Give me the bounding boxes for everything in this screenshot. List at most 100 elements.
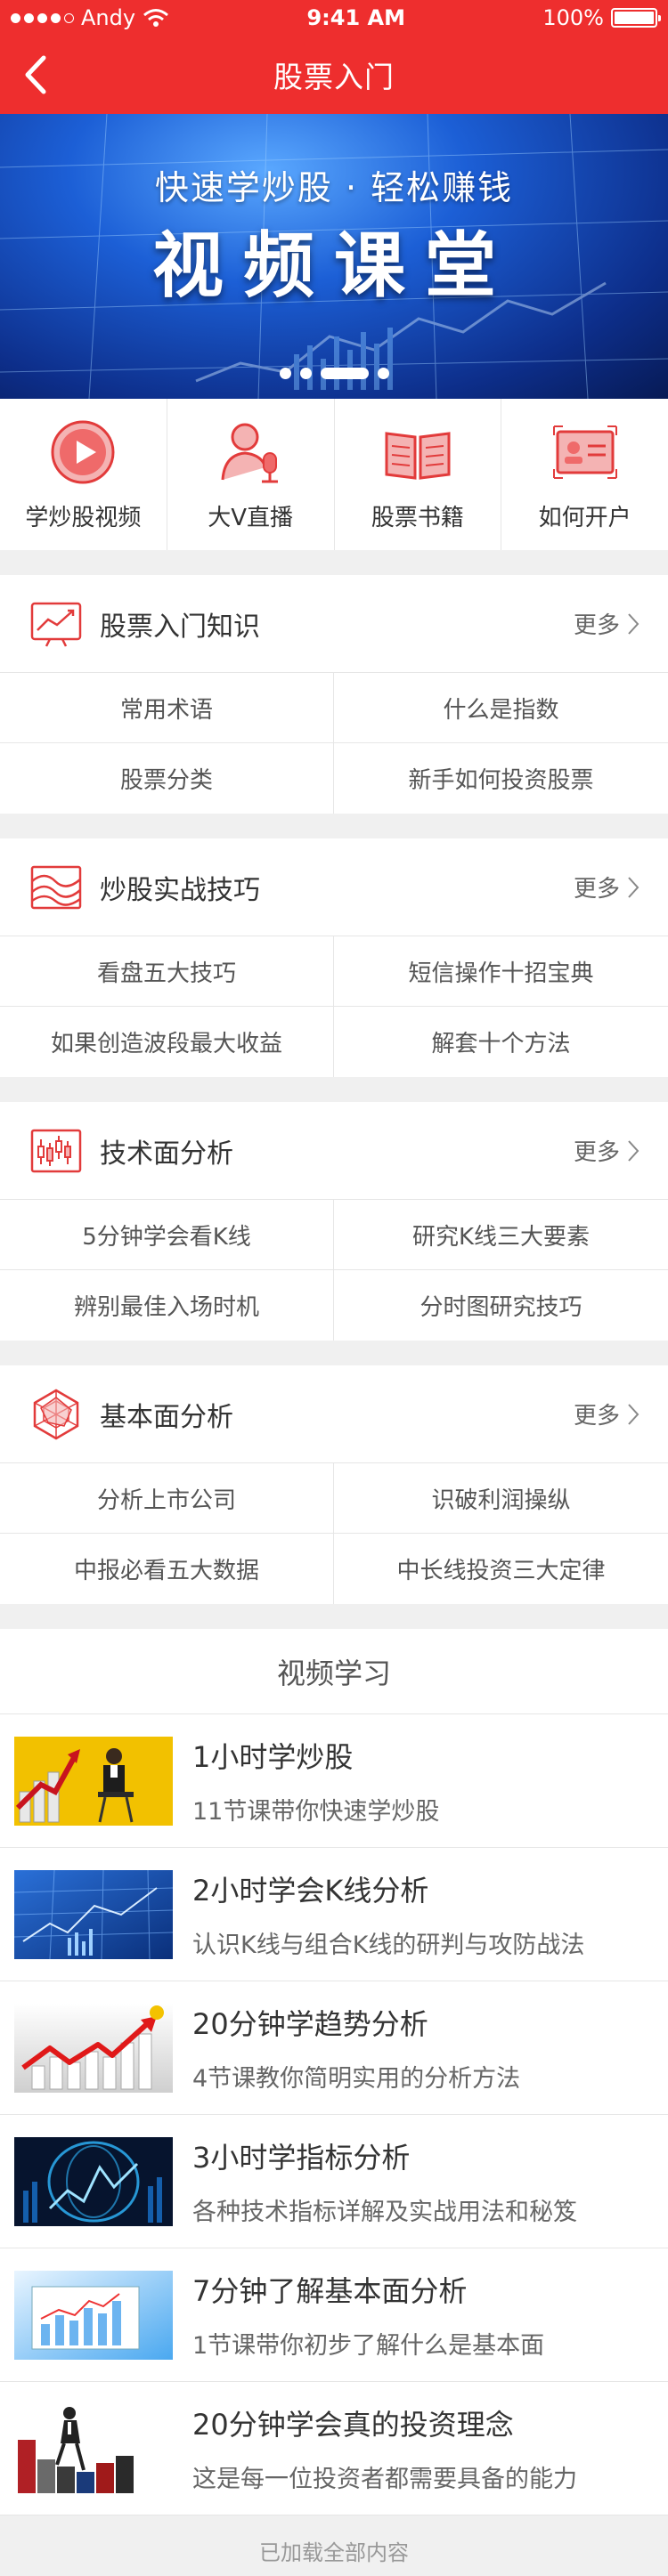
topic-link[interactable]: 5分钟学会看K线 — [0, 1200, 334, 1270]
video-item[interactable]: 20分钟学趋势分析 4节课教你简明实用的分析方法 — [0, 1981, 668, 2115]
topic-link[interactable]: 什么是指数 — [334, 673, 668, 743]
quicknav-video[interactable]: 学炒股视频 — [0, 399, 167, 550]
play-circle-icon — [51, 420, 115, 483]
carousel-dot[interactable] — [279, 368, 291, 379]
status-bar: Andy 9:41 AM 100% — [0, 0, 668, 36]
video-description: 11节课带你快速学炒股 — [192, 1798, 440, 1826]
more-label: 更多 — [573, 612, 620, 639]
video-description: 认识K线与组合K线的研判与攻防战法 — [192, 1932, 585, 1959]
topic-link[interactable]: 短信操作十招宝典 — [334, 936, 668, 1007]
open-book-icon — [385, 431, 451, 480]
quicknav-label: 股票书籍 — [371, 504, 464, 531]
topic-link[interactable]: 解套十个方法 — [334, 1007, 668, 1077]
quicknav-label: 学炒股视频 — [25, 504, 142, 531]
chevron-left-icon — [25, 55, 46, 94]
video-thumbnail — [14, 1736, 173, 1826]
more-label: 更多 — [573, 876, 620, 903]
video-thumbnail — [14, 1869, 173, 1959]
video-thumbnail — [14, 2136, 173, 2226]
section-technical-analysis: 技术面分析 更多 5分钟学会看K线 研究K线三大要素 辨别最佳入场时机 分时图研… — [0, 1102, 668, 1341]
video-description: 1节课带你初步了解什么是基本面 — [192, 2332, 545, 2360]
banner-carousel[interactable]: 快速学炒股 · 轻松赚钱 视频课堂 — [0, 114, 668, 399]
signal-icon — [11, 12, 74, 23]
banner-subtitle: 快速学炒股 · 轻松赚钱 — [154, 168, 514, 207]
topic-link[interactable]: 中报必看五大数据 — [0, 1534, 334, 1604]
wifi-icon — [143, 9, 169, 27]
microphone-person-icon — [221, 423, 279, 482]
more-link[interactable]: 更多 — [574, 1134, 639, 1167]
top-bar: Andy 9:41 AM 100% 股票入门 — [0, 0, 668, 114]
topic-link[interactable]: 辨别最佳入场时机 — [0, 1270, 334, 1341]
candlestick-icon — [30, 1129, 82, 1172]
section-header: 基本面分析 更多 — [0, 1365, 668, 1463]
topic-link[interactable]: 中长线投资三大定律 — [334, 1534, 668, 1604]
video-thumbnail — [14, 2403, 173, 2493]
video-item[interactable]: 20分钟学会真的投资理念 这是每一位投资者都需要具备的能力 — [0, 2382, 668, 2515]
section-links: 常用术语 什么是指数 股票分类 新手如何投资股票 — [0, 673, 668, 814]
carrier-label: Andy — [81, 5, 136, 30]
section-header: 炒股实战技巧 更多 — [0, 838, 668, 936]
video-title: 20分钟学趋势分析 — [192, 2007, 428, 2041]
back-button[interactable] — [12, 52, 59, 98]
video-text: 7分钟了解基本面分析 1节课带你初步了解什么是基本面 — [192, 2269, 544, 2361]
video-item[interactable]: 1小时学炒股 11节课带你快速学炒股 — [0, 1714, 668, 1848]
quicknav-live[interactable]: 大V直播 — [167, 399, 335, 550]
banner-title: 视频课堂 — [152, 224, 516, 307]
nav-bar: 股票入门 — [0, 36, 668, 114]
chevron-right-icon — [628, 876, 639, 898]
id-card-icon — [552, 425, 617, 479]
section-title: 股票入门知识 — [100, 611, 260, 643]
topic-link[interactable]: 新手如何投资股票 — [334, 743, 668, 814]
topic-link[interactable]: 分析上市公司 — [0, 1463, 334, 1534]
more-link[interactable]: 更多 — [574, 607, 639, 640]
topic-link[interactable]: 看盘五大技巧 — [0, 936, 334, 1007]
carousel-dot[interactable] — [377, 368, 389, 379]
quicknav-label: 如何开户 — [538, 504, 631, 531]
video-title: 20分钟学会真的投资理念 — [192, 2408, 514, 2442]
carousel-dot[interactable] — [299, 368, 312, 379]
quick-nav: 学炒股视频 大V直播 股票书籍 如何开户 — [0, 399, 668, 550]
video-text: 20分钟学会真的投资理念 这是每一位投资者都需要具备的能力 — [192, 2402, 577, 2494]
video-learning: 视频学习 1小时学炒股 11节课带你快速学炒股 2小时学会K线分析 认识K线与组… — [0, 1629, 668, 2515]
video-title: 3小时学指标分析 — [192, 2141, 411, 2175]
quicknav-books[interactable]: 股票书籍 — [335, 399, 502, 550]
section-header: 股票入门知识 更多 — [0, 575, 668, 673]
section-title: 技术面分析 — [100, 1138, 233, 1170]
topic-link[interactable]: 识破利润操纵 — [334, 1463, 668, 1534]
load-complete-footer: 已加载全部内容 — [0, 2515, 668, 2576]
section-links: 分析上市公司 识破利润操纵 中报必看五大数据 中长线投资三大定律 — [0, 1463, 668, 1604]
video-description: 4节课教你简明实用的分析方法 — [192, 2065, 521, 2093]
topic-link[interactable]: 研究K线三大要素 — [334, 1200, 668, 1270]
wave-chart-icon — [30, 865, 82, 909]
video-item[interactable]: 2小时学会K线分析 认识K线与组合K线的研判与攻防战法 — [0, 1848, 668, 1981]
chevron-right-icon — [628, 1403, 639, 1425]
more-link[interactable]: 更多 — [574, 1397, 639, 1430]
battery-icon — [611, 8, 661, 28]
carousel-dot-active[interactable] — [320, 368, 369, 379]
topic-link[interactable]: 常用术语 — [0, 673, 334, 743]
topic-link[interactable]: 股票分类 — [0, 743, 334, 814]
video-title: 1小时学炒股 — [192, 1740, 354, 1774]
video-title: 2小时学会K线分析 — [192, 1874, 429, 1908]
more-label: 更多 — [573, 1403, 620, 1430]
section-trading-skills: 炒股实战技巧 更多 看盘五大技巧 短信操作十招宝典 如果创造波段最大收益 解套十… — [0, 838, 668, 1077]
screen: Andy 9:41 AM 100% 股票入门 快速学炒股 · 轻松赚钱 视频课堂… — [0, 0, 668, 2576]
status-time: 9:41 AM — [306, 5, 405, 30]
status-left: Andy — [11, 5, 169, 30]
video-description: 各种技术指标详解及实战用法和秘笈 — [192, 2199, 577, 2226]
quicknav-account[interactable]: 如何开户 — [501, 399, 668, 550]
video-item[interactable]: 3小时学指标分析 各种技术指标详解及实战用法和秘笈 — [0, 2115, 668, 2248]
page-title: 股票入门 — [273, 60, 395, 94]
battery-label: 100% — [542, 5, 604, 30]
chevron-right-icon — [628, 612, 639, 635]
more-link[interactable]: 更多 — [574, 871, 639, 903]
trend-chart-icon — [30, 602, 82, 647]
section-title: 炒股实战技巧 — [100, 874, 260, 906]
topic-link[interactable]: 如果创造波段最大收益 — [0, 1007, 334, 1077]
video-item[interactable]: 7分钟了解基本面分析 1节课带你初步了解什么是基本面 — [0, 2248, 668, 2382]
topic-link[interactable]: 分时图研究技巧 — [334, 1270, 668, 1341]
section-header: 技术面分析 更多 — [0, 1102, 668, 1200]
video-thumbnail — [14, 2003, 173, 2093]
section-stock-basics: 股票入门知识 更多 常用术语 什么是指数 股票分类 新手如何投资股票 — [0, 575, 668, 814]
quicknav-label: 大V直播 — [208, 504, 294, 531]
